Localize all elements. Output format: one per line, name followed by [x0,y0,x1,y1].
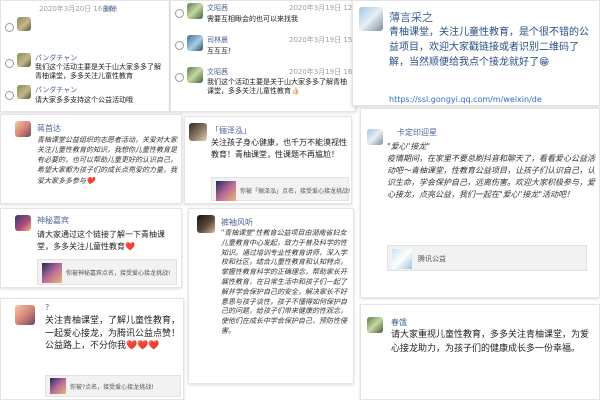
select-checkbox[interactable] [175,9,184,18]
select-checkbox[interactable] [5,23,14,32]
share-thumbnail [216,181,236,201]
panel-delete-link[interactable]: 删除 [103,4,117,14]
share-text: 腾讯公益 [418,255,446,263]
post-text: 请大家通过这个链接了解一下青柚课堂，多多关注儿童性教育❤️ [37,230,165,251]
author-name: 神秘嘉宾 [37,216,69,225]
message-text: 我们这个活动主要是关于山大家多多了解青柚课堂，多多关注儿童性教育 [35,63,161,81]
post-text: 关注青柚课堂，了解儿童性教育，一起爱心接龙，为腾讯公益点赞！公益路上，不分你我❤… [45,316,181,352]
chat-panel-top-left: 2020年3月20日 16:16 删除 パンダチャン 我们这个活动主要是关于山大… [0,0,170,112]
avatar [359,7,383,31]
avatar [17,85,31,99]
avatar [15,121,31,137]
message-text: 请大家多多支持这个公益活动哦 [35,96,133,104]
post-text: 青柚课堂，关注儿童性教育，是个很不错的公益项目，欢迎大家戳链接或者识别二维码了解… [389,27,589,68]
message-time: 2020年3月19日 15:44 [289,36,355,44]
sender-name: 文昭茜 [207,68,228,76]
post-text: 关注孩子身心健康，也千万不能漠视性教育！青柚课堂，性课题不再尴尬！ [211,138,347,159]
select-checkbox[interactable] [5,59,14,68]
share-card[interactable]: 你被神秘嘉宾点名，接受爱心接龙挑战! [37,259,177,285]
select-checkbox[interactable] [175,73,184,82]
avatar [197,215,215,233]
post-card-left-3: ? 关注青柚课堂，了解儿童性教育，一起爱心接龙，为腾讯公益点赞！公益路上，不分你… [0,298,184,400]
author-name: 薄言采之 [389,11,433,24]
post-text: "爱心"接龙" 疫情期间，在家里不要总刷抖音和聊天了，看看爱心公益活动吧～青柚课… [387,142,595,199]
avatar [15,305,35,325]
message-text: 我们这个活动主要是关于山大家多多了解青柚课堂，多多关注儿童性教育👍🏻 [207,78,347,96]
share-text: 你被神秘嘉宾点名，接受爱心接龙挑战! [66,270,171,277]
avatar [187,3,203,19]
share-thumbnail [50,378,66,394]
sender-name: パンダチャン [35,54,78,62]
share-text: 你被「俪泽泓」点名，接受爱心接龙挑战! [240,188,351,195]
post-card-right-2: 春饿 请大家重视儿童性教育，多多关注青柚课堂，为爱心接龙助力，为孩子们的健康成长… [360,304,600,400]
message-time: 2020年3月19日 12:41 [289,4,355,12]
author-name: 春饿 [391,318,407,327]
share-card[interactable]: 你被「俪泽泓」点名，接受爱心接龙挑战! [211,177,351,201]
share-thumbnail [42,263,62,283]
author-name: 卡定印迎星 [397,128,437,137]
share-card[interactable]: 你被?点名，接受爱心接龙挑战! [45,375,181,397]
post-text: 青柚课堂公益组织的志愿者活动，关爱对大家关注儿童性教育的知识，我想你儿童性教育是… [37,136,177,185]
avatar [187,67,203,83]
message-text: 需要互相瞅会的也可以来找我 [207,15,298,23]
sender-name: 文昭茜 [207,4,228,12]
post-card-mid-2: 裤袖风听 "青柚课堂"性教育公益项目由湖南省妇女儿童教育中心发起，致力于普及科学… [188,208,354,384]
post-text: 请大家重视儿童性教育，多多关注青柚课堂，为爱心接龙助力，为孩子们的健康成长多一份… [391,330,590,354]
share-text: 你被?点名，接受爱心接龙挑战! [70,384,154,391]
message-text: 互互互！ [207,47,235,55]
sender-name: パンダチャン [35,86,78,94]
share-card[interactable]: 腾讯公益 [387,245,587,271]
post-text: "青柚课堂"性教育公益项目由湖南省妇女儿童教育中心发起，致力于普及科学的性知识。… [221,229,347,335]
author-name: 裤袖风听 [221,218,253,227]
avatar [367,317,383,333]
avatar [17,17,31,31]
post-card-left-2: 神秘嘉宾 请大家通过这个链接了解一下青柚课堂，多多关注儿童性教育❤️ 你被神秘嘉… [0,208,182,288]
author-name: ? [45,303,50,312]
post-card-left-1: 蒋首达 青柚课堂公益组织的志愿者活动，关爱对大家关注儿童性教育的知识，我想你儿童… [0,114,182,204]
author-name: 「俪泽泓」 [211,126,251,135]
post-card-top-right: 薄言采之 青柚课堂，关注儿童性教育，是个很不错的公益项目，欢迎大家戳链接或者识别… [352,0,600,106]
author-name: 蒋首达 [37,124,61,133]
avatar [189,123,207,141]
chat-panel-top-mid: 文昭茜 2020年3月19日 12:41 需要互相瞅会的也可以来找我 司林晨 2… [170,0,356,112]
post-card-right-1: 卡定印迎星 "爱心"接龙" 疫情期间，在家里不要总刷抖音和聊天了，看看爱心公益活… [360,108,600,298]
select-checkbox[interactable] [175,41,184,50]
avatar [367,129,383,145]
donation-link[interactable]: https://ssl.gongyi.qq.com/m/weixin/de [389,95,542,104]
avatar [15,215,31,231]
select-checkbox[interactable] [5,91,14,100]
post-card-mid-1: 「俪泽泓」 关注孩子身心健康，也千万不能漠视性教育！青柚课堂，性课题不再尴尬！ … [184,116,352,204]
message-time: 2020年3月19日 16:22 [289,68,355,76]
avatar [17,53,31,67]
share-thumbnail [392,249,412,269]
sender-name: 司林晨 [207,36,228,44]
avatar [187,35,203,51]
